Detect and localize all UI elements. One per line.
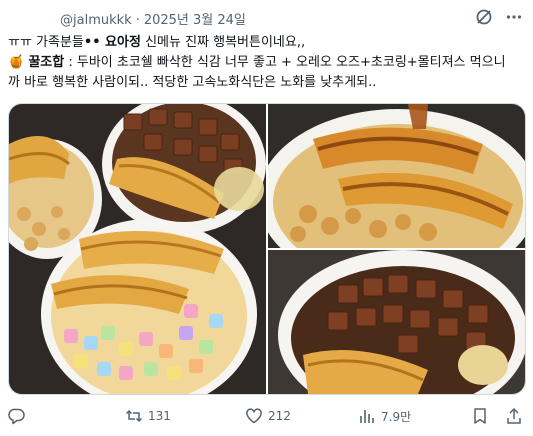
post-date[interactable]: 2025년 3월 24일	[144, 13, 246, 28]
line1-suffix: 신메뉴 진짜 행복버튼이네요,,	[140, 35, 306, 50]
line2-rest: : 두바이 초코쉘 빠삭한 식감 너무 좋고 + 오레오 오즈+초코링+몰티져스…	[64, 55, 506, 70]
honey-emoji: 🍯	[8, 55, 25, 70]
bookmark-button[interactable]	[471, 407, 489, 425]
post-line-1: ㅠㅠ 가족분들•• 요아정 신메뉴 진짜 행복버튼이네요,,	[8, 33, 528, 53]
post-text: ㅠㅠ 가족분들•• 요아정 신메뉴 진짜 행복버튼이네요,, 🍯 꿀조합 : 두…	[8, 33, 528, 93]
separator: ·	[135, 13, 140, 28]
photo-1[interactable]	[9, 104, 266, 394]
views-button[interactable]: 7.9만	[358, 407, 411, 425]
share-icon	[505, 407, 523, 425]
retweet-button[interactable]: 131	[125, 407, 171, 425]
post-line-3: 까 바로 행복한 사람이되.. 적당한 고속노화식단은 노화를 낮추게되..	[8, 73, 528, 93]
bookmark-icon	[471, 407, 489, 425]
views-icon	[358, 407, 376, 425]
line3-text: 까 바로 행복한 사람이되.. 적당한 고속노화식단은 노화를 낮추게되..	[8, 75, 377, 90]
media-grid	[8, 103, 526, 395]
like-icon	[245, 407, 263, 425]
line1-prefix: ㅠㅠ 가족분들	[8, 35, 84, 50]
like-button[interactable]: 212	[245, 407, 291, 425]
views-count: 7.9만	[381, 409, 412, 424]
action-bar: 131 212 7.9만	[8, 404, 526, 428]
like-count: 212	[268, 409, 291, 423]
reply-button[interactable]	[8, 407, 31, 425]
line2-bold: 꿀조합	[28, 55, 65, 70]
line1-bold: •• 요아정	[83, 35, 141, 50]
retweet-icon	[125, 407, 143, 425]
post-header: @jalmukkk · 2025년 3월 24일	[0, 0, 533, 30]
more-icon[interactable]	[503, 6, 525, 28]
reply-icon	[8, 407, 26, 425]
author-line: @jalmukkk · 2025년 3월 24일	[60, 9, 246, 28]
author-handle[interactable]: @jalmukkk	[60, 13, 132, 28]
post-line-2: 🍯 꿀조합 : 두바이 초코쉘 빠삭한 식감 너무 좋고 + 오레오 오즈+초코…	[8, 53, 528, 73]
photo-2[interactable]	[268, 104, 525, 248]
grok-icon[interactable]	[473, 6, 495, 28]
retweet-count: 131	[148, 409, 171, 423]
share-button[interactable]	[505, 407, 523, 425]
photo-3[interactable]	[268, 250, 525, 394]
